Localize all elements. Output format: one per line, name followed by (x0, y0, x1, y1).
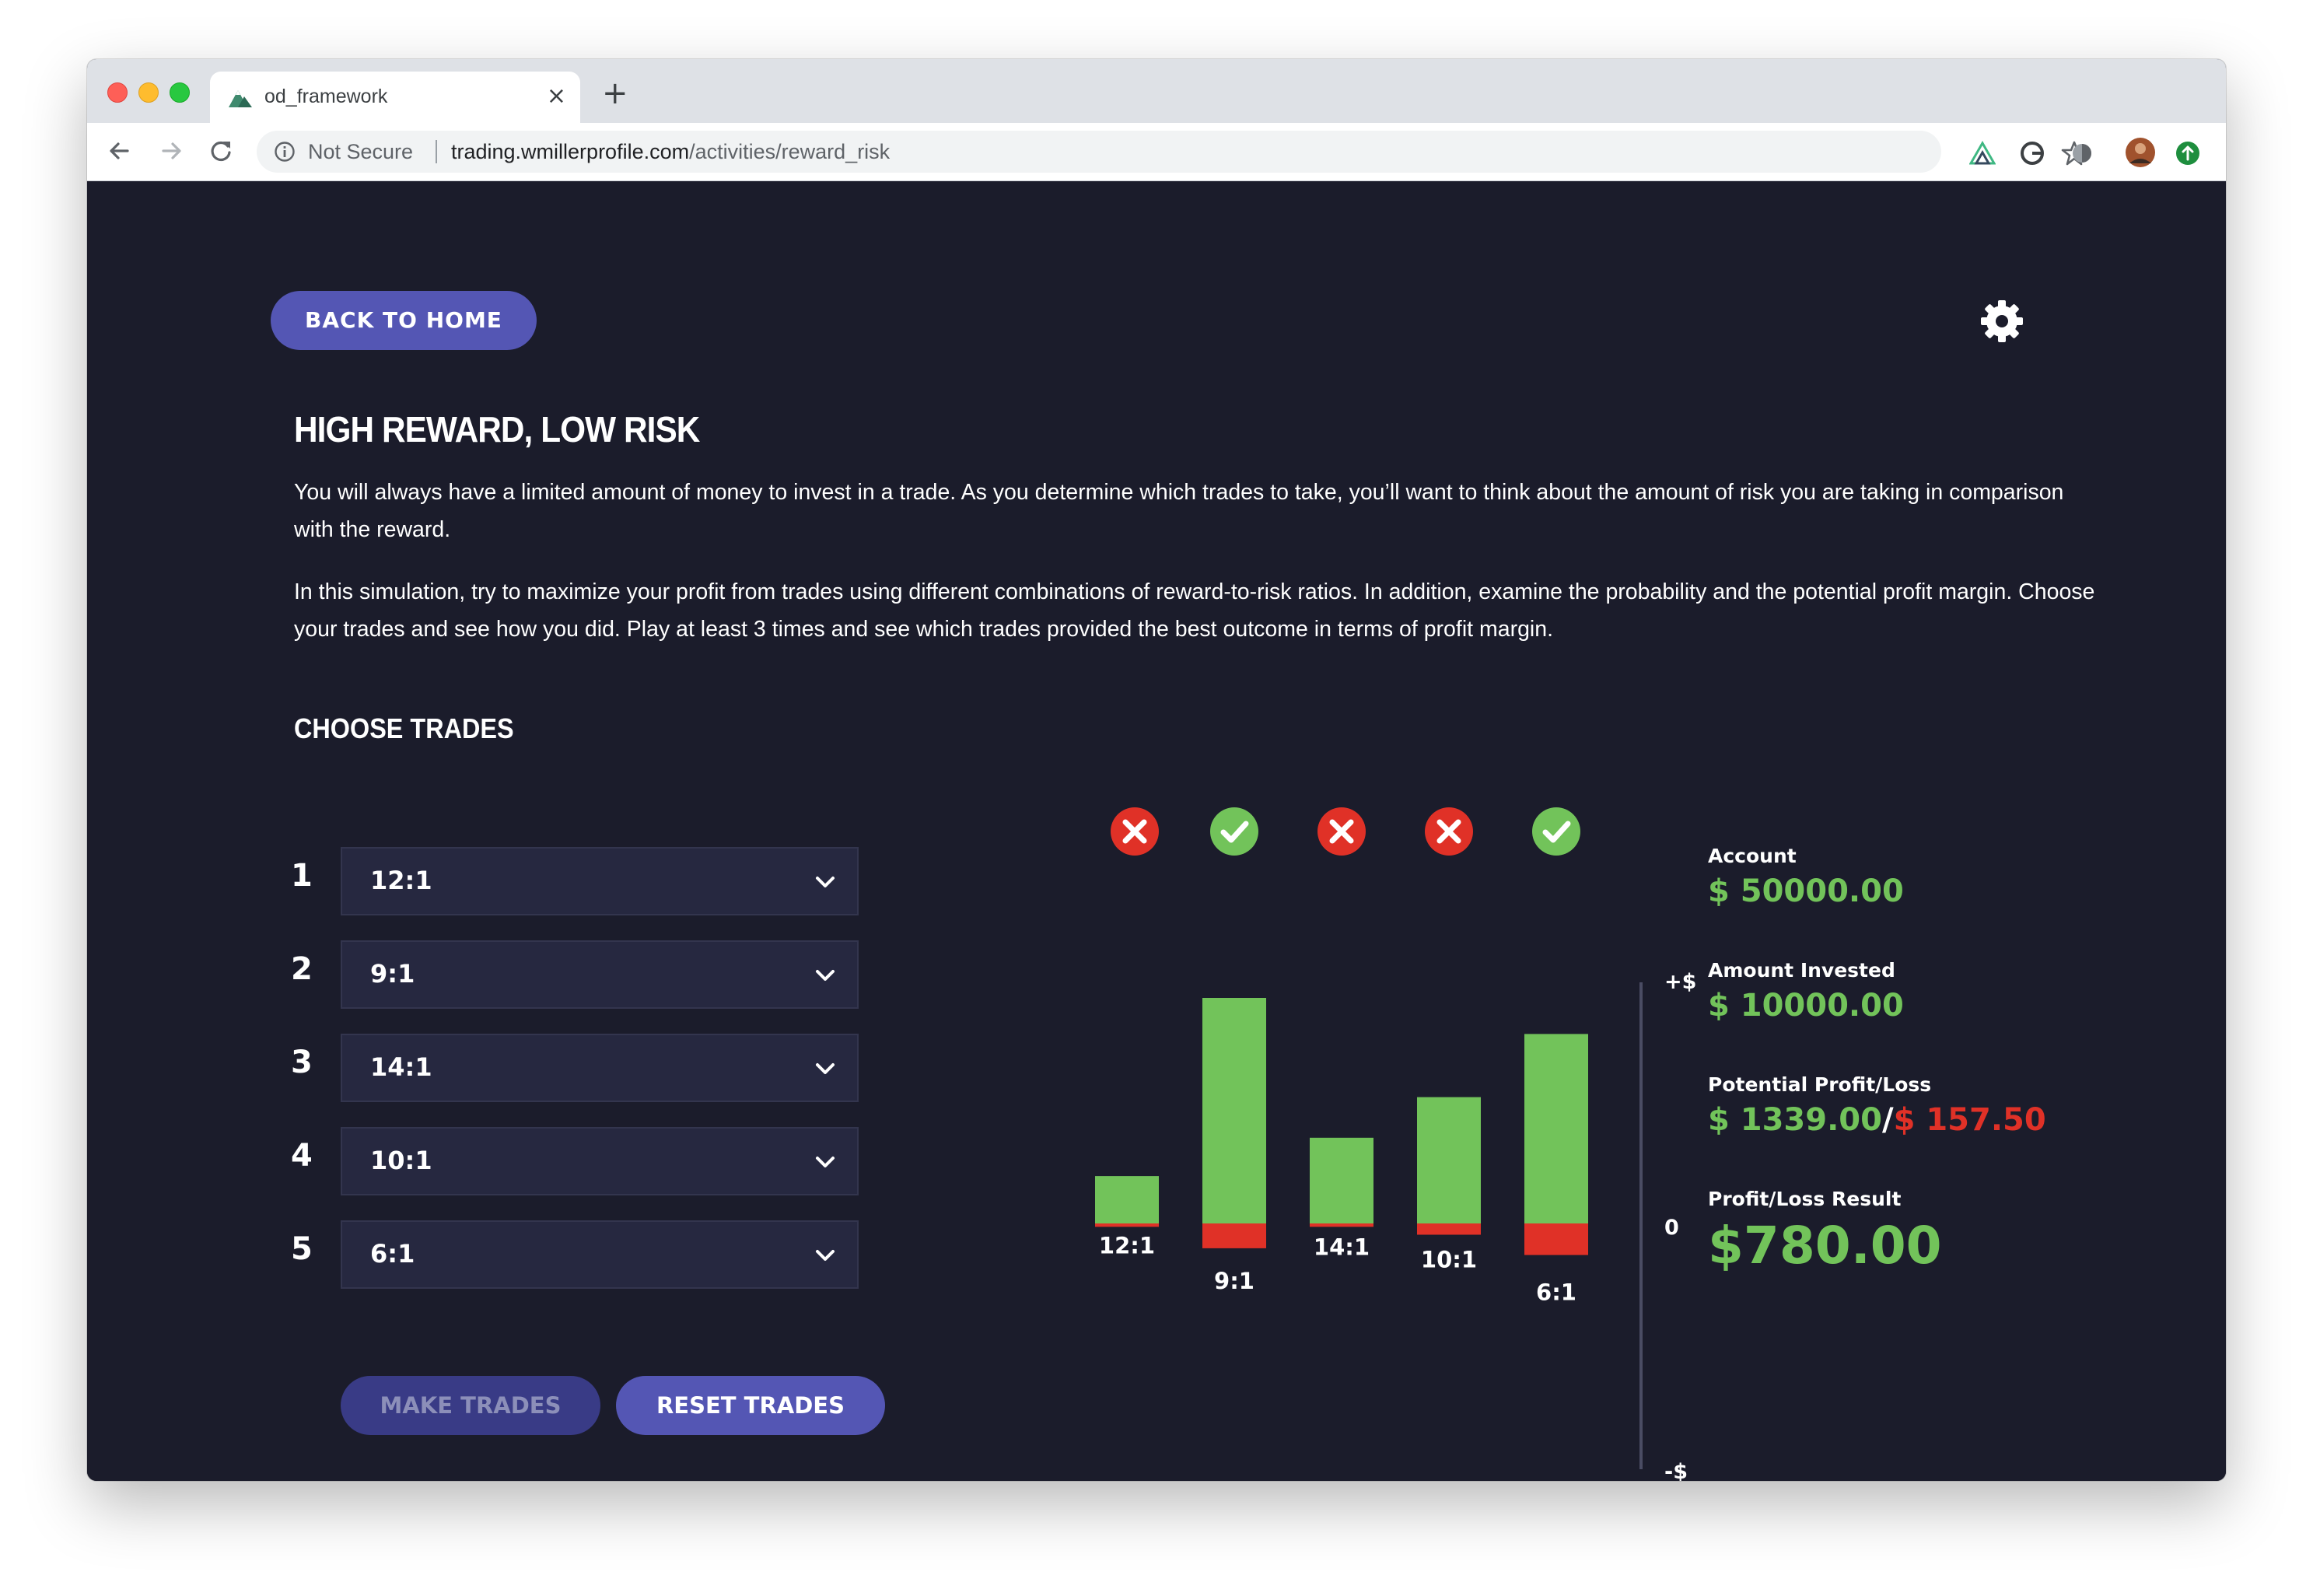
risk-bar (1310, 1223, 1373, 1227)
trade-select-3[interactable]: 14:1 (341, 1034, 859, 1102)
bar-label: 14:1 (1314, 1234, 1370, 1260)
chevron-down-icon (816, 1250, 835, 1261)
gear-icon[interactable] (1979, 298, 2025, 345)
trade-number: 3 (291, 1045, 313, 1080)
security-label: Not Secure (308, 140, 414, 163)
bar-label: 12:1 (1099, 1232, 1155, 1258)
trade-select-5[interactable]: 6:1 (341, 1220, 859, 1289)
url-host: trading.wmillerprofile.com (451, 140, 690, 163)
trade-select-4[interactable]: 10:1 (341, 1127, 859, 1195)
chevron-down-icon (816, 1063, 835, 1074)
trade-select-value: 6:1 (370, 1239, 415, 1269)
risk-bar (1417, 1223, 1481, 1235)
url-path: /activities/reward_risk (689, 140, 891, 163)
reload-icon[interactable] (204, 134, 238, 168)
checkmark-icon (1532, 807, 1580, 856)
bar-label: 9:1 (1214, 1268, 1254, 1294)
reward-bar (1095, 1176, 1159, 1223)
reward-bar (1202, 998, 1266, 1223)
trade-select-value: 9:1 (370, 959, 415, 989)
url-text[interactable]: trading.wmillerprofile.com/activities/re… (451, 140, 890, 164)
intro-paragraph-1: You will always have a limited amount of… (294, 480, 2064, 542)
back-arrow-icon[interactable] (103, 134, 137, 168)
tab-close-icon[interactable]: × (547, 82, 566, 110)
trade-number: 2 (291, 951, 313, 987)
trade-select-value: 10:1 (370, 1146, 432, 1175)
reward-bar (1524, 1034, 1588, 1223)
browser-window: od_framework × + Not Secure trading.wmil… (87, 59, 2226, 1481)
trade-select-1[interactable]: 12:1 (341, 847, 859, 915)
chevron-down-icon (816, 877, 835, 887)
browser-toolbar: Not Secure trading.wmillerprofile.com/ac… (87, 123, 2226, 181)
reset-trades-button[interactable]: RESET TRADES (616, 1376, 885, 1435)
chevron-down-icon (816, 970, 835, 981)
account-value: $ 50000.00 (1708, 873, 1904, 909)
potential-loss: $ 157.50 (1893, 1102, 2046, 1138)
new-tab-icon[interactable]: + (602, 78, 628, 109)
risk-bar (1095, 1223, 1159, 1227)
risk-bar (1524, 1223, 1588, 1255)
grammar-extension-icon[interactable] (2019, 140, 2045, 166)
y-tick-label: 0 (1664, 1216, 1679, 1240)
vue-extension-icon[interactable] (1969, 140, 1996, 166)
half-circle-extension-icon[interactable] (2069, 140, 2095, 166)
choose-trades-heading: CHOOSE TRADES (294, 712, 514, 744)
close-window-button[interactable] (107, 82, 128, 103)
update-arrow-icon[interactable] (2175, 140, 2201, 166)
trade-number: 5 (291, 1231, 313, 1267)
chevron-down-icon (816, 1157, 835, 1167)
profit-loss-result-label: Profit/Loss Result (1708, 1188, 1902, 1210)
checkmark-icon (1210, 807, 1258, 856)
info-icon[interactable] (274, 141, 296, 163)
bar-label: 6:1 (1536, 1279, 1576, 1306)
profile-avatar-icon[interactable] (2125, 137, 2156, 168)
back-to-home-button[interactable]: BACK TO HOME (271, 291, 537, 350)
browser-tab[interactable]: od_framework × (210, 72, 580, 123)
trade-select-value: 12:1 (370, 866, 432, 895)
tab-title: od_framework (264, 86, 388, 107)
tab-strip: od_framework × + (87, 59, 2226, 123)
profit-loss-result-value: $780.00 (1708, 1216, 1942, 1276)
y-tick-label: +$ (1664, 970, 1696, 994)
trades-chart: +$ 0 -$ 12:1 9:1 14:1 10:1 6:1 (982, 726, 1759, 1481)
potential-profit-loss-value: $ 1339.00/$ 157.50 (1708, 1102, 2046, 1138)
maximize-window-button[interactable] (170, 82, 190, 103)
minimize-window-button[interactable] (138, 82, 159, 103)
potential-profit-loss-label: Potential Profit/Loss (1708, 1073, 1932, 1096)
url-divider (436, 140, 437, 163)
trades-chart-svg: +$ 0 -$ 12:1 9:1 14:1 10:1 6:1 (1095, 807, 1696, 1481)
risk-bar (1202, 1223, 1266, 1248)
reward-bar (1310, 1137, 1373, 1223)
amount-invested-label: Amount Invested (1708, 959, 1895, 982)
potential-profit: $ 1339.00 (1708, 1102, 1882, 1138)
account-label: Account (1708, 845, 1797, 867)
address-bar[interactable]: Not Secure trading.wmillerprofile.com/ac… (257, 131, 2087, 173)
forward-arrow-icon[interactable] (154, 134, 188, 168)
page-content: BACK TO HOME HIGH REWARD, LOW RISK You w… (87, 181, 2226, 1481)
amount-invested-value: $ 10000.00 (1708, 988, 1904, 1024)
mountain-favicon-icon (229, 90, 252, 107)
trade-number: 1 (291, 858, 313, 894)
page-title: HIGH REWARD, LOW RISK (294, 409, 700, 450)
y-tick-label: -$ (1664, 1460, 1688, 1481)
reward-bar (1417, 1097, 1481, 1223)
intro-paragraph-2: In this simulation, try to maximize your… (294, 579, 2095, 642)
make-trades-button[interactable]: MAKE TRADES (341, 1376, 600, 1435)
bar-label: 10:1 (1421, 1247, 1477, 1273)
trade-select-2[interactable]: 9:1 (341, 940, 859, 1009)
trade-number: 4 (291, 1138, 313, 1174)
potential-separator: / (1881, 1102, 1894, 1138)
trade-select-value: 14:1 (370, 1052, 432, 1082)
